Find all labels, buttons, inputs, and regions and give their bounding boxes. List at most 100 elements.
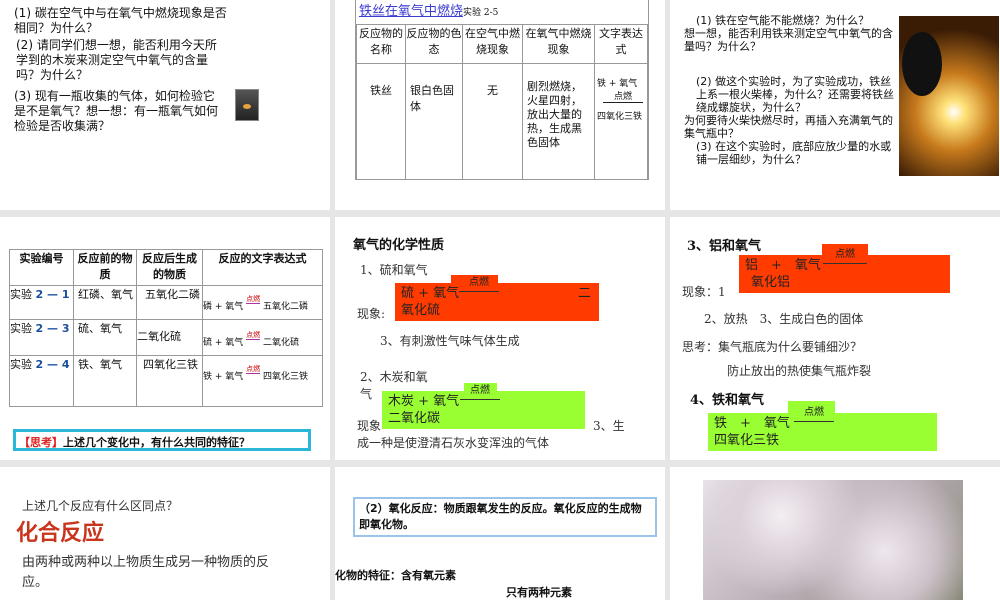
eq-right: 四氧化三铁 xyxy=(263,372,309,382)
reaction-table: 实验编号 反应前的物质 反应后生成的物质 反应的文字表达式 实验 2 — 1 红… xyxy=(9,249,323,407)
section-3: 3、铝和氧气 xyxy=(687,239,762,254)
eq-condition: 点燃 xyxy=(603,89,643,103)
section-2: 2、木炭和氧 xyxy=(360,370,428,384)
eq-condition: 点燃 xyxy=(460,382,500,400)
table-row: 实验 2 — 3 硫、氧气 二氧化硫 硫 + 氧气 点燃 二氧化硫 xyxy=(9,319,323,356)
eq-left: 硫 + 氧气 xyxy=(203,338,244,348)
feature-1: 化物的特征：含有氧元素 xyxy=(335,569,456,582)
cell: 四氧化三铁 xyxy=(136,355,203,407)
bullet-2: (2) 做这个实验时，为了实验成功，铁丝上系一根火柴棒，为什么？还需要将铁丝绕成… xyxy=(696,75,894,114)
slide-title: 化合反应 xyxy=(16,521,105,546)
header-cell: 反应的文字表达式 xyxy=(202,249,323,286)
eq-left: 铁 + 氧气 xyxy=(597,79,638,89)
header-cell: 实验编号 xyxy=(9,249,74,286)
slide-5[interactable]: 氧气的化学性质 1、硫和氧气 现象: 硫 + 氧气 点燃 二 氧化硫 3、有刺激… xyxy=(335,217,665,460)
eq-condition: 点燃 xyxy=(246,295,261,304)
table-row: 实验 2 — 1 红磷、氧气 五氧化二磷 磷 + 氧气 点燃 五氧化二磷 xyxy=(9,285,323,320)
think-answer: 防止放出的热使集气瓶炸裂 xyxy=(727,364,872,378)
eq-condition: 点燃 xyxy=(823,246,867,264)
section-2b: 气 xyxy=(360,387,373,401)
eq-left: 硫 + 氧气 xyxy=(401,286,460,301)
title-link[interactable]: 铁丝在氧气中燃烧 xyxy=(359,4,463,19)
question-1: (1) 碳在空气中与在氧气中燃烧现象是否相同？为什么？ xyxy=(14,6,227,35)
slide-3[interactable]: (1) 铁在空气能不能燃烧？为什么？ 想一想，能否利用铁来测定空气中氧气的含量吗… xyxy=(670,0,1000,210)
text-2: 为何要待火柴快燃尽时，再插入充满氧气的集气瓶中？ xyxy=(684,114,893,140)
definition: 由两种或两种以上物质生成另一种物质的反应。 xyxy=(22,555,270,590)
phenomenon-label: 现象: xyxy=(357,307,386,321)
slide-1[interactable]: (1) 碳在空气中与在氧气中燃烧现象是否相同？为什么？ (2) 请同学们想一想，… xyxy=(0,0,330,210)
eq-right: 二氧化碳 xyxy=(388,411,441,426)
think-question: 思考：集气瓶底为什么要铺细沙？ xyxy=(682,340,863,354)
question: 上述几个反应有什么区同点？ xyxy=(22,499,179,513)
id: 2 — 3 xyxy=(35,322,70,335)
slide-6[interactable]: 3、铝和氧气 现象：1 铝 + 氧气 点燃 氧化铝 2、放热 3、生成白色的固体… xyxy=(670,217,1000,460)
eq-left: 木炭 + 氧气 xyxy=(388,394,460,409)
cell: 无 xyxy=(462,63,523,180)
question-2: (2) 请同学们想一想，能否利用今天所学到的木炭来测定空气中氧气的含量吗？为什么… xyxy=(16,38,217,82)
phenomenon-label: 现象：1 xyxy=(682,285,726,299)
eq-right: 五氧化二磷 xyxy=(263,302,309,312)
definition-box: （2）氧化反应：物质跟氧发生的反应。氧化反应的生成物即氧化物。 xyxy=(353,497,657,537)
table-row: 实验 2 — 4 铁、氧气 四氧化三铁 铁 + 氧气 点燃 四氧化三铁 xyxy=(9,355,323,407)
slide-title: 氧气的化学性质 xyxy=(353,238,445,253)
eq-right-a: 二 xyxy=(577,286,591,301)
slide-9[interactable] xyxy=(670,467,1000,600)
header-cell: 文字表达式 xyxy=(594,24,648,64)
eq-right-b: 氧化硫 xyxy=(401,303,441,318)
table: 反应物的名称 反应物的色态 在空气中燃烧现象 在氧气中燃烧现象 文字表达式 铁丝… xyxy=(356,24,648,180)
eq-condition: 点燃 xyxy=(246,365,261,374)
think-text: 上述几个变化中，有什么共同的特征？ xyxy=(63,436,250,449)
bullet-3: (3) 在这个实验时，底部应放少量的水或铺一层细纱，为什么？ xyxy=(696,140,892,166)
header-cell: 反应前的物质 xyxy=(73,249,137,286)
eq-condition: 点燃 xyxy=(459,274,499,292)
header-cell: 反应物的名称 xyxy=(356,24,406,64)
eq-right: 二氧化硫 xyxy=(263,338,300,348)
cell: 银白色固体 xyxy=(405,63,463,180)
header-cell: 反应后生成的物质 xyxy=(136,249,203,286)
eq-left: 铁 + 氧气 xyxy=(714,416,790,431)
cell: 硫、氧气 xyxy=(73,319,137,356)
eq-left: 铝 + 氧气 xyxy=(745,258,821,273)
subtitle: 实验 2-5 xyxy=(463,8,499,18)
id: 2 — 4 xyxy=(35,358,70,371)
iron-spiral-inset xyxy=(902,32,942,96)
think-tag: 【思考】 xyxy=(19,436,63,449)
iron-equation: 铁 + 氧气 点燃 四氧化三铁 xyxy=(708,407,937,451)
eq-left: 磷 + 氧气 xyxy=(203,302,244,312)
header-cell: 反应物的色态 xyxy=(405,24,463,64)
phenomenon-2: 2、放热 3、生成白色的固体 xyxy=(704,312,864,326)
eq-right: 氧化铝 xyxy=(751,275,791,290)
gas-jar-photo xyxy=(235,89,259,121)
header-cell: 在氧气中燃烧现象 xyxy=(522,24,595,64)
section-4: 4、铁和氧气 xyxy=(690,393,765,408)
charcoal-equation: 木炭 + 氧气 点燃 二氧化碳 xyxy=(382,385,585,429)
section-1: 1、硫和氧气 xyxy=(360,263,428,277)
eq-right: 四氧化三铁 xyxy=(714,433,780,448)
phenomenon-3: 3、有刺激性气味气体生成 xyxy=(380,334,520,348)
slide-4[interactable]: 实验编号 反应前的物质 反应后生成的物质 反应的文字表达式 实验 2 — 1 红… xyxy=(0,217,330,460)
id-prefix: 实验 xyxy=(10,322,32,335)
aluminum-equation: 铝 + 氧气 点燃 氧化铝 xyxy=(739,249,950,293)
eq-right: 四氧化三铁 xyxy=(597,112,643,122)
cell: 剧烈燃烧，火星四射，放出大量的热，生成黑色固体 xyxy=(522,63,595,180)
slide-8[interactable]: （2）氧化反应：物质跟氧发生的反应。氧化反应的生成物即氧化物。 化物的特征：含有… xyxy=(335,467,665,600)
text-1: 想一想，能否利用铁来测定空气中氧气的含量吗？为什么？ xyxy=(684,27,893,53)
cell: 铁丝 xyxy=(356,63,406,180)
cell: 五氧化二磷 xyxy=(136,285,203,320)
sulfur-equation: 硫 + 氧气 点燃 二 氧化硫 xyxy=(395,277,599,321)
slide-2[interactable]: 铁丝在氧气中燃烧实验 2-5 反应物的名称 反应物的色态 在空气中燃烧现象 在氧… xyxy=(335,0,665,210)
cherry-blossom-photo xyxy=(703,480,963,600)
experiment-table: 铁丝在氧气中燃烧实验 2-5 反应物的名称 反应物的色态 在空气中燃烧现象 在氧… xyxy=(355,0,649,180)
id-prefix: 实验 xyxy=(10,358,32,371)
slide-7[interactable]: 上述几个反应有什么区同点？ 化合反应 由两种或两种以上物质生成另一种物质的反应。 xyxy=(0,467,330,600)
feature-2: 只有两种元素 xyxy=(506,586,572,599)
eq-condition: 点燃 xyxy=(246,331,261,340)
id: 2 — 1 xyxy=(35,288,70,301)
cell: 铁、氧气 xyxy=(73,355,137,407)
eq-left: 铁 + 氧气 xyxy=(203,372,244,382)
bullet-1: (1) 铁在空气能不能燃烧？为什么？ xyxy=(696,14,870,27)
header-cell: 在空气中燃烧现象 xyxy=(462,24,523,64)
cell: 二氧化硫 xyxy=(136,319,203,356)
cell: 红磷、氧气 xyxy=(73,285,137,320)
id-prefix: 实验 xyxy=(10,288,32,301)
